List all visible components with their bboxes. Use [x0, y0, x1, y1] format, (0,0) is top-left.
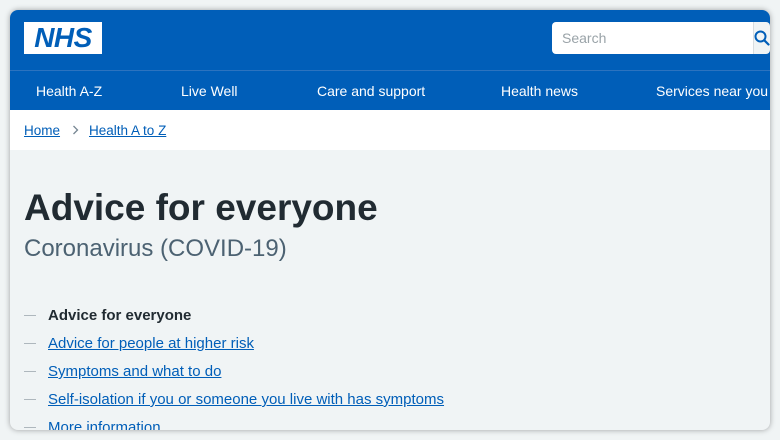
search-form: [552, 22, 770, 54]
contents-item: Self-isolation if you or someone you liv…: [24, 385, 756, 413]
contents-item: Advice for people at higher risk: [24, 329, 756, 357]
nav-item-services-near-you[interactable]: Services near you: [656, 83, 768, 99]
dash-divider: [24, 426, 36, 428]
search-input[interactable]: [552, 22, 753, 54]
page-title: Advice for everyone: [24, 187, 378, 228]
dash-divider: [24, 398, 36, 400]
search-icon: [754, 30, 770, 46]
contents-item-current: Advice for everyone: [48, 306, 192, 324]
breadcrumb-health-a-to-z[interactable]: Health A to Z: [89, 123, 166, 138]
nav-item-health-news[interactable]: Health news: [501, 83, 578, 99]
breadcrumb-home[interactable]: Home: [24, 123, 60, 138]
page-subtitle: Coronavirus (COVID-19): [24, 234, 287, 262]
contents-link-self-isolation[interactable]: Self-isolation if you or someone you liv…: [48, 391, 444, 408]
contents-link-more-information[interactable]: More information: [48, 419, 161, 430]
logo-text: NHS: [34, 22, 92, 53]
contents-link-higher-risk[interactable]: Advice for people at higher risk: [48, 335, 254, 352]
main-content: Advice for everyone Coronavirus (COVID-1…: [10, 187, 770, 430]
browser-frame: NHS Health A-Z Live Well Care and suppor…: [10, 10, 770, 430]
primary-nav: Health A-Z Live Well Care and support He…: [10, 70, 770, 111]
contents-list: Advice for everyone Advice for people at…: [24, 301, 756, 430]
contents-item: More information: [24, 413, 756, 430]
contents-link-symptoms[interactable]: Symptoms and what to do: [48, 363, 221, 380]
nhs-logo[interactable]: NHS: [24, 22, 102, 54]
contents-item: Symptoms and what to do: [24, 357, 756, 385]
dash-divider: [24, 314, 36, 316]
dash-divider: [24, 342, 36, 344]
nav-item-live-well[interactable]: Live Well: [181, 83, 238, 99]
nav-item-health-a-z[interactable]: Health A-Z: [36, 83, 102, 99]
dash-divider: [24, 370, 36, 372]
chevron-right-icon: [72, 123, 79, 138]
contents-item: Advice for everyone: [24, 301, 756, 329]
nav-item-care-and-support[interactable]: Care and support: [317, 83, 425, 99]
site-header: NHS Health A-Z Live Well Care and suppor…: [10, 10, 770, 110]
search-button[interactable]: [753, 22, 770, 54]
breadcrumb: Home Health A to Z: [10, 110, 770, 150]
